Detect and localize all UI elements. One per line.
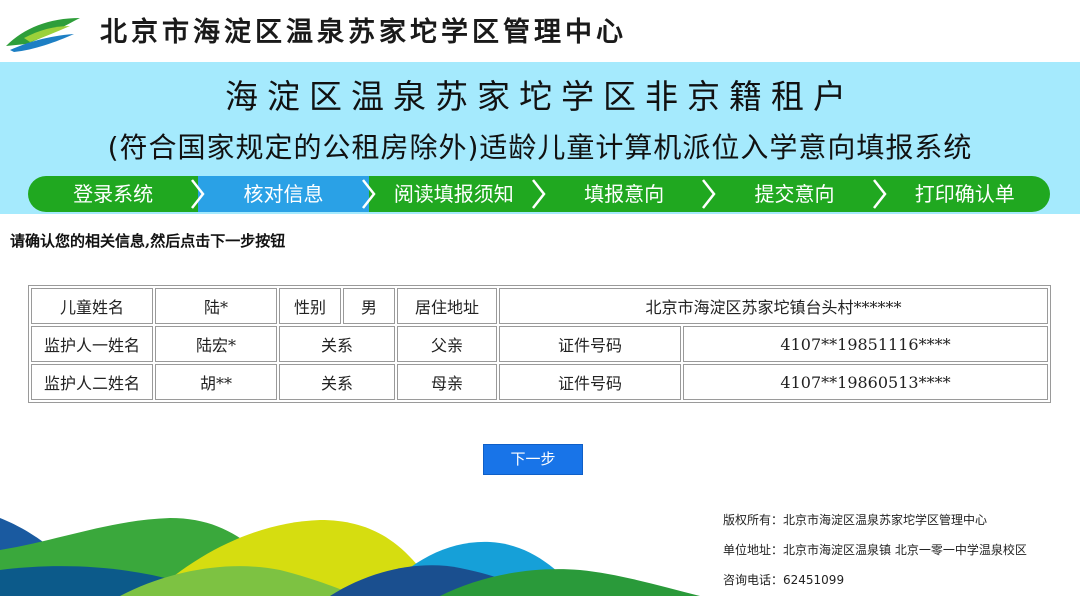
step-verify-info[interactable]: 核对信息: [198, 176, 376, 212]
guardian2-id-value: 4107**19860513****: [683, 364, 1048, 400]
footer-copyright: 版权所有：北京市海淀区温泉苏家坨学区管理中心: [723, 513, 988, 527]
step-navigation: 登录系统 核对信息 阅读填报须知 填报意向 提交意向 打印确认单: [28, 176, 1050, 212]
step-label: 核对信息: [243, 182, 324, 206]
child-name-label: 儿童姓名: [31, 288, 153, 324]
gender-value: 男: [343, 288, 395, 324]
gender-label: 性别: [279, 288, 341, 324]
table-row: 监护人二姓名 胡** 关系 母亲 证件号码 4107**19860513****: [31, 364, 1048, 400]
footer: 版权所有：北京市海淀区温泉苏家坨学区管理中心 单位地址：北京市海淀区温泉镇 北京…: [723, 512, 1073, 602]
guardian2-id-label: 证件号码: [499, 364, 681, 400]
child-name-value: 陆*: [155, 288, 277, 324]
guardian2-name-label: 监护人二姓名: [31, 364, 153, 400]
address-value: 北京市海淀区苏家坨镇台头村******: [499, 288, 1048, 324]
step-read-notice[interactable]: 阅读填报须知: [369, 176, 546, 212]
instruction-text: 请确认您的相关信息,然后点击下一步按钮: [10, 232, 286, 250]
guardian1-id-label: 证件号码: [499, 326, 681, 362]
guardian1-name-label: 监护人一姓名: [31, 326, 153, 362]
step-login[interactable]: 登录系统: [28, 176, 205, 212]
guardian2-relation-label: 关系: [279, 364, 395, 400]
footer-phone: 咨询电话：62451099: [723, 573, 845, 587]
system-title-line1: 海淀区温泉苏家坨学区非京籍租户: [225, 77, 855, 116]
address-label: 居住地址: [397, 288, 497, 324]
system-title-line2: (符合国家规定的公租房除外)适龄儿童计算机派位入学意向填报系统: [107, 131, 973, 164]
logo-icon: [6, 18, 80, 52]
guardian1-relation-label: 关系: [279, 326, 395, 362]
step-fill-intention[interactable]: 填报意向: [539, 176, 716, 212]
org-title: 北京市海淀区温泉苏家坨学区管理中心: [100, 17, 627, 48]
chevron-right-icon: [191, 179, 205, 209]
guardian1-relation-value: 父亲: [397, 326, 497, 362]
table-row: 儿童姓名 陆* 性别 男 居住地址 北京市海淀区苏家坨镇台头村******: [31, 288, 1048, 324]
step-submit-intention[interactable]: 提交意向: [709, 176, 887, 212]
guardian2-relation-value: 母亲: [397, 364, 497, 400]
step-print-confirmation[interactable]: 打印确认单: [880, 176, 1050, 212]
footer-address: 单位地址：北京市海淀区温泉镇 北京一零一中学温泉校区: [723, 543, 1027, 557]
step-label: 提交意向: [754, 182, 835, 206]
chevron-right-icon: [702, 179, 716, 209]
guardian2-name-value: 胡**: [155, 364, 277, 400]
step-label: 填报意向: [584, 182, 665, 206]
step-label: 登录系统: [73, 182, 154, 206]
header-bar: 北京市海淀区温泉苏家坨学区管理中心: [0, 0, 1080, 62]
hills-decoration: [0, 518, 700, 596]
chevron-right-icon: [361, 179, 376, 209]
chevron-right-icon: [532, 179, 546, 209]
guardian1-id-value: 4107**19851116****: [683, 326, 1048, 362]
chevron-right-icon: [872, 179, 887, 209]
info-table: 儿童姓名 陆* 性别 男 居住地址 北京市海淀区苏家坨镇台头村****** 监护…: [28, 285, 1051, 403]
step-label: 打印确认单: [914, 182, 1015, 206]
next-step-button[interactable]: 下一步: [483, 444, 583, 475]
step-label: 阅读填报须知: [393, 182, 514, 206]
guardian1-name-value: 陆宏*: [155, 326, 277, 362]
table-row: 监护人一姓名 陆宏* 关系 父亲 证件号码 4107**19851116****: [31, 326, 1048, 362]
